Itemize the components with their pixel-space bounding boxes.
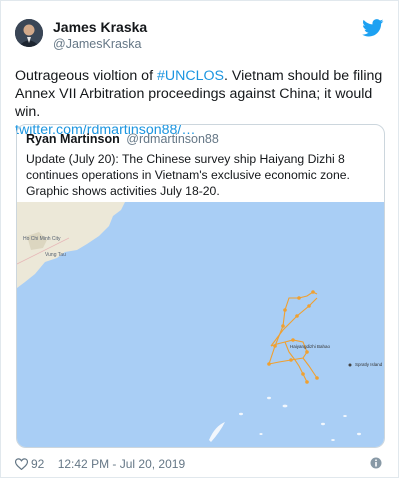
tweet-card: James Kraska @JamesKraska Outrageous vio… <box>0 0 399 478</box>
like-count[interactable]: 92 <box>31 457 44 471</box>
map-label-town: Vung Tau <box>45 252 66 258</box>
quoted-author-handle[interactable]: @rdmartinson88 <box>126 132 219 146</box>
quoted-author-name[interactable]: Ryan Martinson <box>26 132 120 146</box>
map-label-city: Ho Chi Minh City <box>23 236 61 242</box>
timestamp[interactable]: 12:42 PM - Jul 20, 2019 <box>58 457 185 471</box>
map-label-ship: Haiyangdizhi Bahao <box>290 344 331 349</box>
tweet-footer: 92 12:42 PM - Jul 20, 2019 <box>14 457 185 473</box>
avatar[interactable] <box>15 19 43 47</box>
tweet-text-start: Outrageous violtion of <box>15 68 157 84</box>
hashtag-link[interactable]: #UNCLOS <box>157 68 224 84</box>
map-image[interactable]: Ho Chi Minh City Vung Tau Haiyangdizhi B… <box>17 202 385 448</box>
map-island-marker <box>348 363 352 367</box>
twitter-bird-icon[interactable] <box>362 19 384 37</box>
author-name[interactable]: James Kraska <box>53 19 147 35</box>
heart-icon[interactable] <box>14 458 29 473</box>
author-handle[interactable]: @JamesKraska <box>53 37 141 51</box>
map-label-island: Spratly Island <box>355 362 383 367</box>
quoted-tweet[interactable]: Ryan Martinson @rdmartinson88 Update (Ju… <box>16 124 385 448</box>
info-icon[interactable] <box>370 457 382 469</box>
avatar-image <box>15 19 43 47</box>
quoted-tweet-header: Ryan Martinson @rdmartinson88 <box>26 132 219 146</box>
quoted-tweet-text: Update (July 20): The Chinese survey shi… <box>26 152 350 198</box>
